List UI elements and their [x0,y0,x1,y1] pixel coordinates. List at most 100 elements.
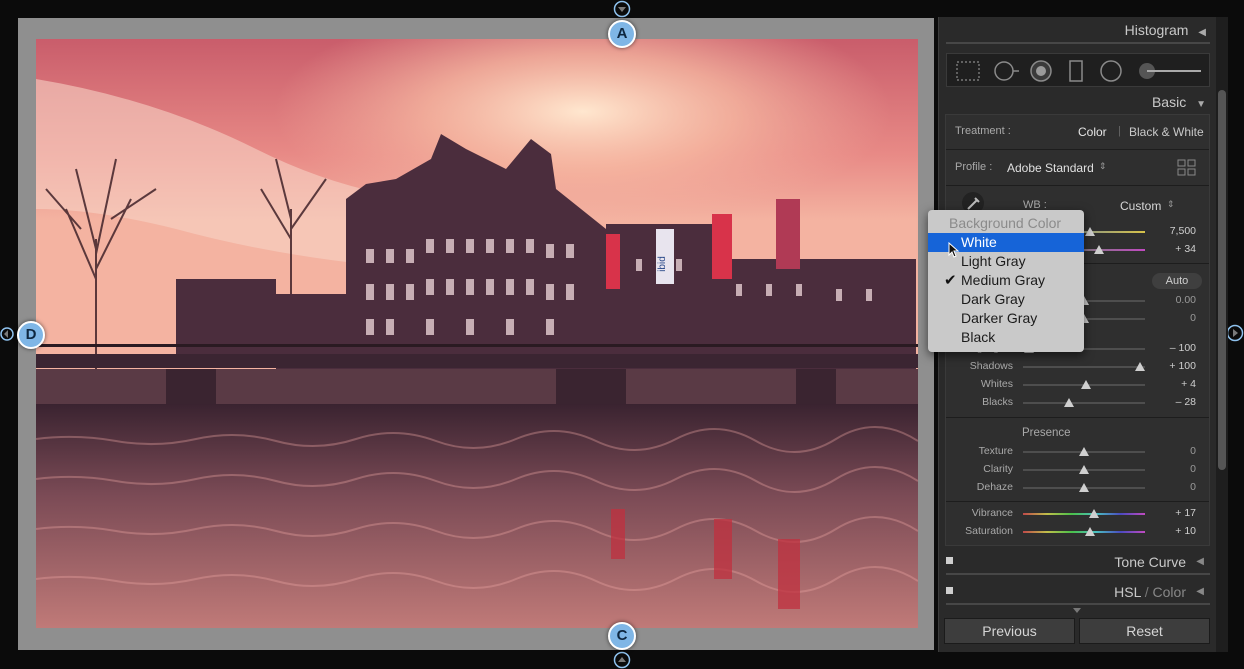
texture-value[interactable]: 0 [1190,445,1196,457]
texture-label: Texture [978,445,1013,457]
blacks-thumb[interactable] [1064,398,1075,407]
menu-item-label: White [961,234,997,250]
dehaze-value[interactable]: 0 [1190,481,1196,493]
profile-browser-grid-icon[interactable] [1177,159,1197,177]
image-canvas[interactable]: ibid [18,18,934,650]
whites-thumb[interactable] [1081,380,1092,389]
blacks-value[interactable]: – 28 [1176,396,1196,408]
reset-button[interactable]: Reset [1079,618,1210,644]
vibrance-value[interactable]: + 17 [1175,507,1196,519]
histogram-header[interactable]: Histogram ◀ [1125,22,1206,38]
presence-title: Presence [1022,427,1071,439]
dehaze-label: Dehaze [976,481,1013,493]
histogram-title: Histogram [1124,22,1189,38]
divider [946,603,1210,605]
tint-value[interactable]: + 34 [1175,243,1196,255]
profile-label: Profile : [955,161,993,173]
profile-select[interactable]: Adobe Standard [1007,161,1094,175]
callout-a: A [608,20,636,48]
lightroom-window: ibid A C D Histogram ◀ Basic ▼ Treatment… [0,0,1244,669]
tint-thumb[interactable] [1093,245,1104,254]
whites-track[interactable] [1023,380,1145,389]
adjustment-brush-icon[interactable] [1139,63,1201,79]
menu-item-label: Darker Gray [961,310,1038,326]
color-tab[interactable]: Color [1153,584,1186,600]
menu-item-black[interactable]: Black [928,328,1084,347]
radial-filter-icon[interactable] [1100,60,1122,82]
previous-button[interactable]: Previous [944,618,1075,644]
clarity-slider[interactable]: Clarity 0 [946,461,1209,479]
panel-switch-icon[interactable] [946,557,953,564]
saturation-track[interactable] [1023,527,1145,536]
clarity-thumb[interactable] [1079,465,1089,474]
panel-switch-icon[interactable] [946,587,953,594]
background-color-menu: Background Color White Light Gray ✔ Mediu… [928,210,1084,352]
auto-tone-button[interactable]: Auto [1152,273,1202,289]
hsl-section[interactable]: HSL / Color ◀ [946,581,1210,603]
tone-curve-section[interactable]: Tone Curve ◀ [946,551,1210,573]
flag-text: ibid [657,256,668,272]
bottom-panel-toggle-icon[interactable] [613,651,631,669]
shadows-label: Shadows [969,360,1013,372]
wb-select[interactable]: Custom [1120,199,1161,213]
graduated-filter-icon[interactable] [1069,60,1083,82]
shadows-value[interactable]: + 100 [1169,360,1196,372]
whites-slider[interactable]: Whites + 4 [946,376,1209,394]
shadows-thumb[interactable] [1135,362,1146,371]
separator [946,501,1209,502]
menu-item-label: Light Gray [961,253,1026,269]
shadows-slider[interactable]: Shadows + 100 [946,358,1209,376]
collapse-left-icon: ◀ [1196,556,1204,567]
dehaze-track[interactable] [1023,483,1145,492]
temp-thumb[interactable] [1085,227,1096,236]
dehaze-slider[interactable]: Dehaze 0 [946,479,1209,497]
hsl-tab[interactable]: HSL [1114,584,1141,600]
collapse-left-icon: ◀ [1196,586,1204,597]
saturation-slider[interactable]: Saturation + 10 [946,523,1209,541]
blacks-slider[interactable]: Blacks – 28 [946,394,1209,412]
saturation-thumb[interactable] [1085,527,1096,536]
separator [946,417,1209,418]
clarity-label: Clarity [983,463,1013,475]
clarity-track[interactable] [1023,465,1145,474]
divider [946,573,1210,575]
menu-item-dark-gray[interactable]: Dark Gray [928,290,1084,309]
mouse-cursor-icon [948,242,960,258]
treatment-separator: | [1118,125,1121,137]
whites-value[interactable]: + 4 [1181,378,1196,390]
temp-value[interactable]: 7,500 [1170,225,1196,237]
vibrance-label: Vibrance [971,507,1013,519]
treatment-color-option[interactable]: Color [1078,125,1107,139]
panel-scrollbar[interactable] [1218,90,1226,470]
clarity-value[interactable]: 0 [1190,463,1196,475]
right-panel-toggle-icon[interactable] [1226,323,1244,343]
texture-slider[interactable]: Texture 0 [946,443,1209,461]
basic-header[interactable]: Basic ▼ [1152,94,1206,110]
hsl-separator: / [1140,584,1153,600]
exposure-value[interactable]: 0.00 [1176,294,1196,306]
red-eye-icon[interactable] [1030,60,1052,82]
texture-track[interactable] [1023,447,1145,456]
callout-d: D [17,321,45,349]
tone-curve-title: Tone Curve [1114,554,1186,570]
vibrance-slider[interactable]: Vibrance + 17 [946,505,1209,523]
shadows-track[interactable] [1023,362,1146,371]
highlights-value[interactable]: – 100 [1170,342,1196,354]
menu-header: Background Color [949,215,1062,231]
dehaze-thumb[interactable] [1079,483,1089,492]
whites-label: Whites [980,378,1013,390]
blacks-label: Blacks [982,396,1013,408]
crop-overlay-icon[interactable] [956,61,980,81]
top-panel-toggle-icon[interactable] [613,0,631,18]
treatment-bw-option[interactable]: Black & White [1129,125,1204,139]
spot-removal-icon[interactable] [994,61,1019,81]
blacks-track[interactable] [1023,398,1145,407]
vibrance-track[interactable] [1023,509,1145,518]
contrast-value[interactable]: 0 [1190,312,1196,324]
texture-thumb[interactable] [1079,447,1089,456]
left-panel-toggle-icon[interactable] [0,325,14,343]
menu-item-medium-gray[interactable]: ✔ Medium Gray [928,271,1084,290]
vibrance-thumb[interactable] [1088,509,1099,518]
menu-item-darker-gray[interactable]: Darker Gray [928,309,1084,328]
saturation-value[interactable]: + 10 [1175,525,1196,537]
